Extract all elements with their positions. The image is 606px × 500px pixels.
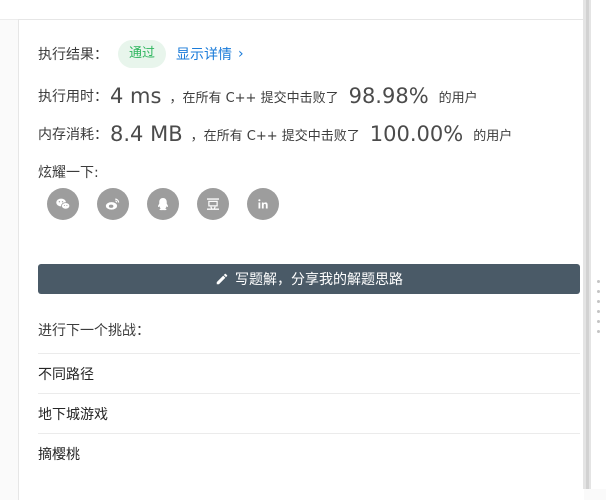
next-challenge-item[interactable]: 地下城游戏: [38, 393, 580, 434]
drag-handle-icon[interactable]: [596, 280, 602, 334]
show-details-link[interactable]: 显示详情 ›: [176, 44, 244, 64]
weibo-icon[interactable]: [97, 188, 129, 220]
runtime-value: 4 ms: [110, 84, 162, 108]
runtime-row: 执行用时： 4 ms ，在所有 C++ 提交中击败了 98.98% 的用户: [38, 81, 478, 111]
runtime-label: 执行用时：: [38, 89, 108, 105]
memory-compare-text: ，在所有 C++ 提交中击败了: [190, 128, 360, 144]
result-label: 执行结果：: [38, 47, 108, 63]
share-icons: [47, 188, 297, 220]
write-solution-button[interactable]: 写题解，分享我的解题思路: [38, 264, 580, 294]
status-badge: 通过: [118, 40, 167, 68]
share-label: 炫耀一下:: [38, 165, 99, 181]
top-strip: [0, 0, 583, 20]
next-challenge-item[interactable]: 摘樱桃: [38, 433, 580, 474]
right-pane: [591, 0, 606, 489]
write-solution-label: 写题解，分享我的解题思路: [235, 272, 403, 288]
chevron-right-icon: ›: [238, 46, 244, 62]
wechat-icon[interactable]: [47, 188, 79, 220]
result-row: 执行结果： 通过 显示详情 ›: [38, 40, 244, 68]
qq-icon[interactable]: [147, 188, 179, 220]
next-challenge-label: 进行下一个挑战：: [38, 323, 150, 339]
douban-icon[interactable]: [197, 188, 229, 220]
runtime-tail: 的用户: [438, 90, 478, 106]
next-challenge-item[interactable]: 不同路径: [38, 353, 580, 394]
linkedin-icon[interactable]: [247, 188, 279, 220]
memory-label: 内存消耗：: [38, 127, 108, 143]
memory-value: 8.4 MB: [110, 122, 183, 146]
show-details-label: 显示详情: [176, 47, 233, 63]
memory-tail: 的用户: [473, 128, 513, 144]
pencil-icon: [216, 273, 228, 285]
runtime-compare-text: ，在所有 C++ 提交中击败了: [169, 90, 339, 106]
pane-divider-line: [586, 0, 589, 489]
runtime-percent: 98.98%: [348, 84, 429, 108]
memory-percent: 100.00%: [369, 122, 464, 146]
memory-row: 内存消耗： 8.4 MB ，在所有 C++ 提交中击败了 100.00% 的用户: [38, 119, 512, 149]
